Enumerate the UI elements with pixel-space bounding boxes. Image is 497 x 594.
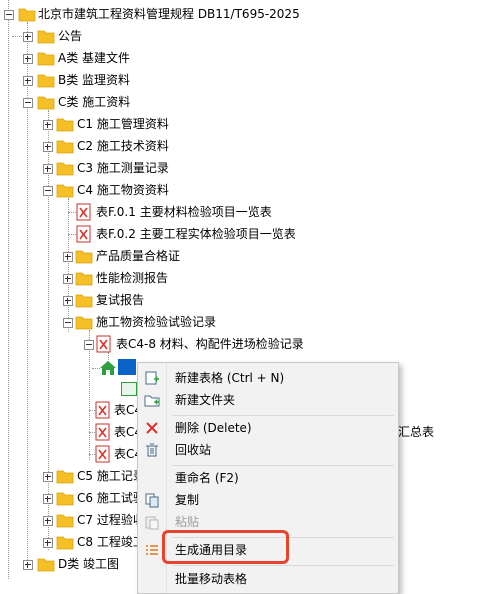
- expand-icon[interactable]: [43, 516, 53, 526]
- folder-icon: [75, 294, 93, 308]
- trash-icon: [146, 443, 158, 457]
- tree-item-suffix: 汇总表: [398, 425, 435, 439]
- menu-item-new-table[interactable]: 新建表格 (Ctrl + N): [138, 367, 398, 389]
- list-icon: [146, 545, 158, 555]
- folder-icon: [37, 52, 55, 66]
- folder-icon: [56, 140, 74, 154]
- paste-icon: [145, 516, 159, 530]
- menu-item-delete[interactable]: 删除 (Delete): [138, 417, 398, 439]
- expand-icon[interactable]: [63, 274, 73, 284]
- expand-icon[interactable]: [43, 120, 53, 130]
- excel-file-icon: [76, 203, 91, 221]
- expand-icon[interactable]: [43, 494, 53, 504]
- folder-icon: [56, 118, 74, 132]
- menu-item-new-folder[interactable]: 新建文件夹: [138, 389, 398, 411]
- folder-open-icon: [18, 8, 36, 22]
- menu-separator: [172, 415, 394, 416]
- selection-highlight: [118, 359, 136, 375]
- collapse-icon[interactable]: [43, 186, 53, 196]
- expand-icon[interactable]: [63, 252, 73, 262]
- expand-icon[interactable]: [63, 296, 73, 306]
- expand-icon[interactable]: [43, 164, 53, 174]
- collapse-icon[interactable]: [84, 340, 94, 350]
- new-folder-icon: [144, 395, 160, 407]
- child-node-icon: [121, 382, 137, 396]
- folder-open-icon: [37, 96, 55, 110]
- folder-icon: [56, 470, 74, 484]
- expand-icon[interactable]: [23, 54, 33, 64]
- expand-icon[interactable]: [43, 142, 53, 152]
- excel-file-icon: [95, 401, 110, 419]
- folder-icon: [37, 558, 55, 572]
- folder-icon: [56, 492, 74, 506]
- home-icon: [100, 361, 116, 375]
- menu-separator: [172, 465, 394, 466]
- folder-open-icon: [75, 316, 93, 330]
- excel-file-icon: [95, 423, 110, 441]
- menu-item-batch-move[interactable]: 批量移动表格: [138, 568, 398, 590]
- folder-icon: [56, 514, 74, 528]
- expand-icon[interactable]: [43, 472, 53, 482]
- folder-open-icon: [56, 184, 74, 198]
- new-table-icon: [145, 371, 159, 385]
- annotation-highlight: [162, 530, 289, 564]
- excel-file-icon: [95, 445, 110, 463]
- copy-icon: [145, 493, 159, 508]
- menu-item-rename[interactable]: 重命名 (F2): [138, 467, 398, 489]
- excel-file-icon: [96, 335, 111, 353]
- folder-icon: [56, 162, 74, 176]
- collapse-icon[interactable]: [63, 318, 73, 328]
- expand-icon[interactable]: [43, 538, 53, 548]
- menu-item-recycle[interactable]: 回收站: [138, 439, 398, 461]
- folder-icon: [75, 272, 93, 286]
- menu-item-copy[interactable]: 复制: [138, 489, 398, 511]
- folder-icon: [37, 74, 55, 88]
- folder-icon: [37, 30, 55, 44]
- expand-icon[interactable]: [23, 32, 33, 42]
- excel-file-icon: [76, 225, 91, 243]
- expand-icon[interactable]: [23, 560, 33, 570]
- delete-icon: [146, 422, 158, 434]
- menu-separator: [172, 565, 394, 566]
- folder-icon: [75, 250, 93, 264]
- collapse-icon[interactable]: [4, 10, 14, 20]
- folder-icon: [56, 536, 74, 550]
- collapse-icon[interactable]: [23, 98, 33, 108]
- expand-icon[interactable]: [23, 76, 33, 86]
